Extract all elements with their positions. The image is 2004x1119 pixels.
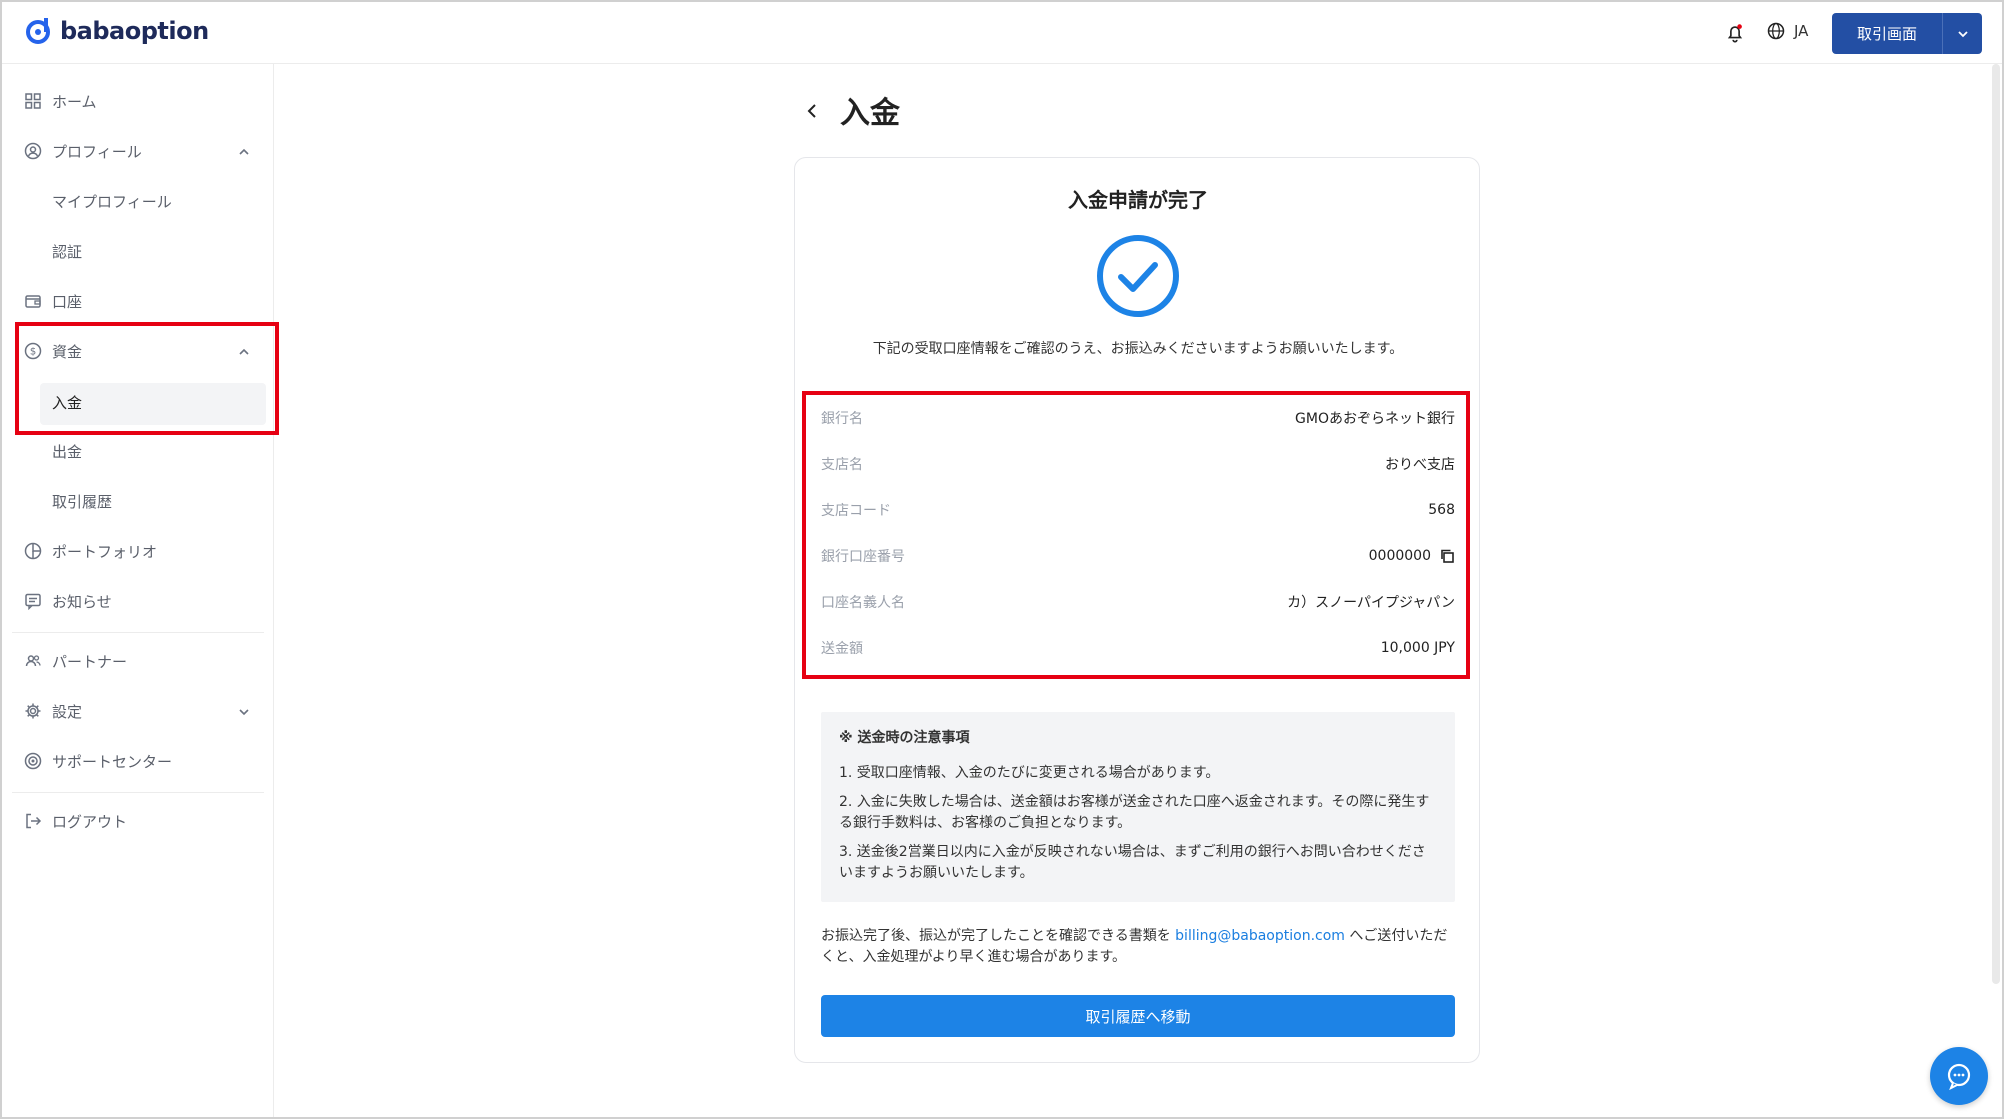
card-description: 下記の受取口座情報をご確認のうえ、お振込みくださいますようお願いいたします。 [872,341,1404,357]
sidebar-item-history[interactable]: 取引履歴 [52,481,112,521]
info-label: 支店名 [821,457,863,473]
sidebar-divider [12,792,264,793]
sidebar-item-withdraw[interactable]: 出金 [52,431,82,471]
grid-icon [25,93,41,109]
info-value: 568 [1428,502,1455,518]
notice-title: ※ 送金時の注意事項 [839,730,970,746]
go-to-history-button[interactable]: 取引履歴へ移動 [821,995,1455,1037]
chevron-up-icon[interactable] [237,345,251,359]
sidebar-item-support[interactable]: サポートセンター [24,741,172,781]
notice-item: 2. 入金に失敗した場合は、送金額はお客様が送金された口座へ返金されます。その際… [839,794,1430,831]
sidebar-item-label: お知らせ [52,592,112,611]
info-row-account-holder: 口座名義人名 カ）スノーパイプジャパン [821,579,1455,625]
user-circle-icon [24,142,42,160]
logo-icon [26,18,50,44]
logout-icon [26,813,42,829]
sidebar-item-label: 設定 [52,702,83,721]
sidebar-item-my-profile[interactable]: マイプロフィール [52,181,172,221]
info-value: おりべ支店 [1385,457,1455,473]
check-circle-icon [1097,235,1179,317]
language-selector[interactable]: JA [1766,21,1808,41]
sidebar-item-label: 認証 [52,242,83,261]
scrollbar[interactable] [1992,64,2000,984]
info-value: 0000000 [1368,548,1431,564]
globe-icon [1767,22,1785,40]
sidebar-item-portfolio[interactable]: ポートフォリオ [24,531,157,571]
chevron-up-icon[interactable] [237,145,251,159]
footer-text: お振込完了後、振込が完了したことを確認できる書類を billing@babaop… [821,926,1461,968]
sidebar-item-label: 口座 [52,292,83,311]
sidebar-item-label: ホーム [52,92,97,111]
sidebar-item-news[interactable]: お知らせ [24,581,112,621]
sidebar-item-label: 資金 [52,342,83,361]
back-button[interactable] [802,97,822,125]
notice-item: 3. 送金後2営業日以内に入金が反映されない場合は、まずご利用の銀行へお問い合わ… [839,844,1426,881]
info-label: 口座名義人名 [821,595,905,611]
sidebar-item-label: プロフィール [52,142,142,161]
sidebar-item-account[interactable]: 口座 [24,281,82,321]
sidebar-item-label: 取引履歴 [52,492,113,511]
info-row-branch-code: 支店コード 568 [821,487,1455,533]
sidebar-item-funds[interactable]: $ 資金 [24,331,82,371]
chevron-left-icon [807,104,816,118]
sidebar-item-label: ポートフォリオ [52,542,158,561]
info-row-bank-name: 銀行名 GMOあおぞらネット銀行 [821,395,1455,441]
sidebar-divider [12,632,264,633]
language-label: JA [1794,22,1809,40]
info-label: 送金額 [821,641,863,657]
sidebar-item-deposit[interactable]: 入金 [52,382,82,422]
sidebar-item-label: 出金 [52,442,83,461]
info-value: 10,000 JPY [1380,640,1455,656]
trade-screen-button[interactable]: 取引画面 [1832,13,1982,54]
info-label: 銀行名 [821,411,863,427]
footer-text-before: お振込完了後、振込が完了したことを確認できる書類を [821,928,1176,944]
sidebar-item-home[interactable]: ホーム [24,81,97,121]
top-bar: babaoption JA 取引画面 [2,2,2002,64]
sidebar-item-verification[interactable]: 認証 [52,231,82,271]
chat-button[interactable] [1930,1047,1988,1105]
users-icon [25,655,41,667]
wallet-icon [25,295,41,308]
sidebar-item-label: 入金 [52,393,83,412]
svg-text:$: $ [30,347,36,358]
logo[interactable]: babaoption [24,16,209,46]
chevron-down-icon [1957,30,1968,37]
info-label: 銀行口座番号 [821,549,905,565]
info-label: 支店コード [821,503,891,519]
gear-icon [25,703,41,719]
trade-dropdown[interactable] [1943,28,1982,40]
support-icon [24,752,42,770]
bell-icon[interactable] [1724,21,1746,45]
logo-text: babaoption [60,17,209,45]
card-title: 入金申請が完了 [1068,188,1208,212]
chat-icon [1947,1063,1971,1091]
sidebar-item-logout[interactable]: ログアウト [24,801,127,841]
sidebar-item-label: サポートセンター [52,752,173,771]
deposit-complete-card: 入金申請が完了 下記の受取口座情報をご確認のうえ、お振込みくださいますようお願い… [794,157,1480,1063]
copy-icon[interactable] [1439,548,1455,564]
app-frame: babaoption JA 取引画面 ホーム プロフィール マイプロフィール 認… [0,0,2004,1119]
message-icon [25,593,41,610]
info-row-account-number: 銀行口座番号 0000000 [821,533,1455,579]
notice-box: ※ 送金時の注意事項 1. 受取口座情報、入金のたびに変更される場合があります。… [821,712,1455,902]
info-row-amount: 送金額 10,000 JPY [821,625,1455,671]
info-value: カ）スノーパイプジャパン [1287,595,1455,611]
info-row-branch-name: 支店名 おりべ支店 [821,441,1455,487]
info-value: GMOあおぞらネット銀行 [1295,411,1455,427]
trade-screen-label: 取引画面 [1856,25,1917,43]
sidebar-item-profile[interactable]: プロフィール [24,131,142,171]
notice-item: 1. 受取口座情報、入金のたびに変更される場合があります。 [839,765,1220,781]
sidebar-item-label: パートナー [52,652,128,671]
sidebar-item-partner[interactable]: パートナー [24,641,127,681]
info-value-wrap: 0000000 [1369,548,1455,564]
sidebar-item-settings[interactable]: 設定 [24,691,82,731]
page-title: 入金 [840,96,900,131]
sidebar-item-label: ログアウト [52,812,128,831]
sidebar-item-label: マイプロフィール [52,192,172,211]
coin-icon: $ [24,342,42,360]
pie-chart-icon [24,542,42,560]
billing-email-link[interactable]: billing@babaoption.com [1175,928,1345,944]
chevron-down-icon[interactable] [237,705,251,719]
